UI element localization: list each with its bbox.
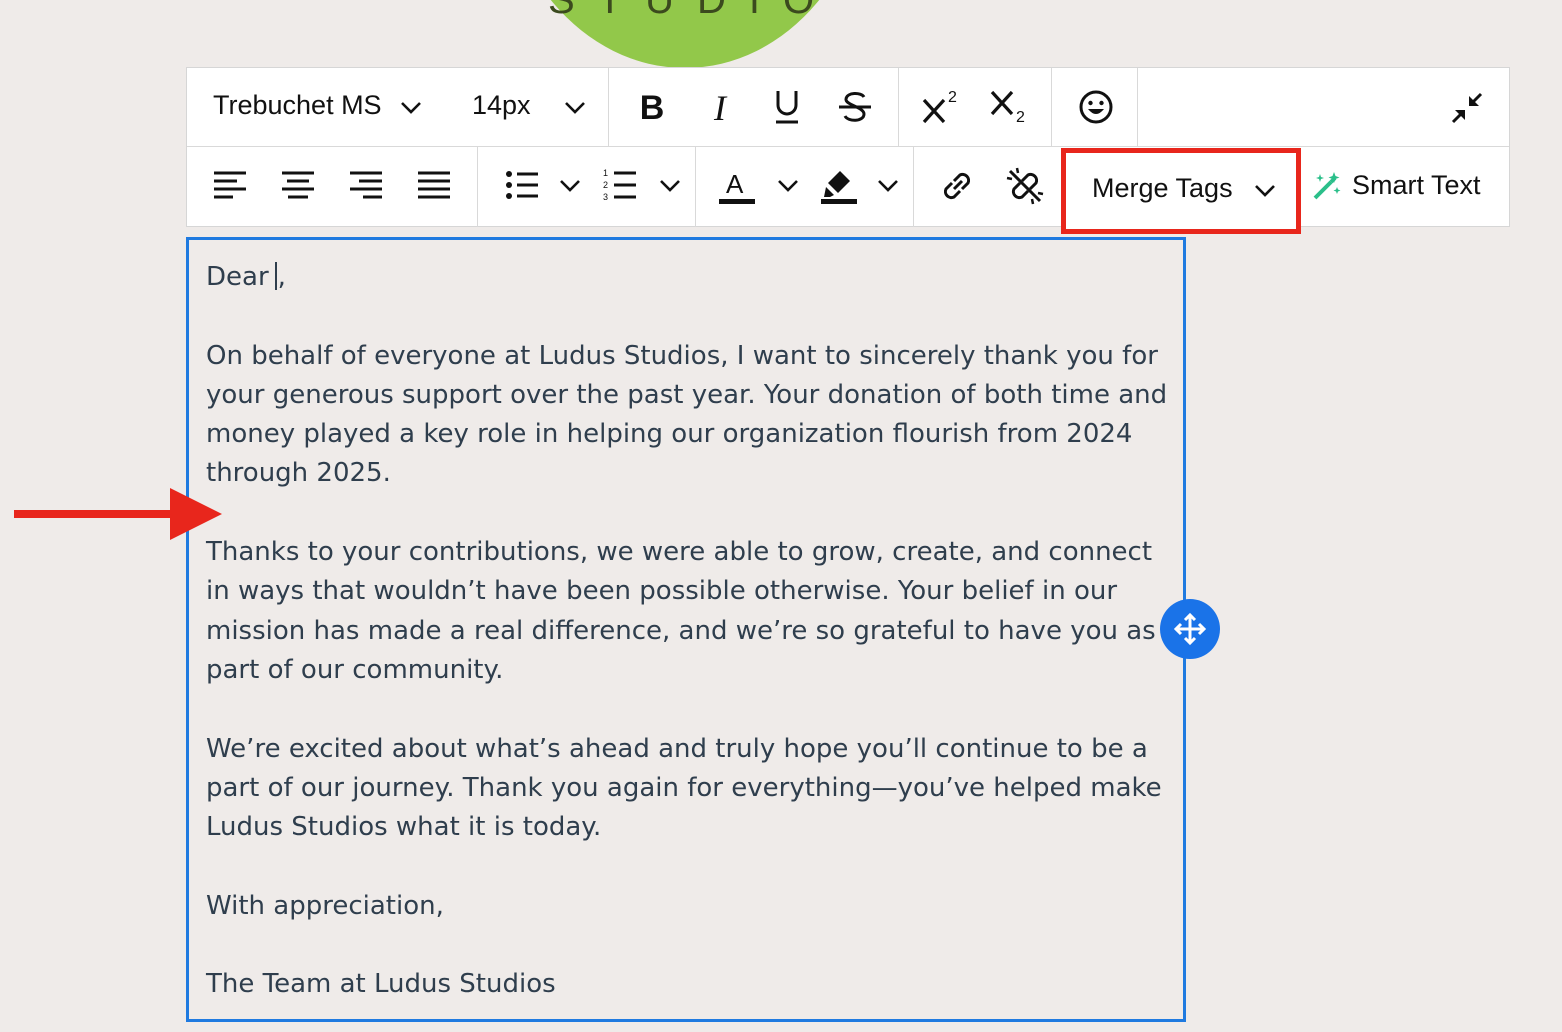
align-justify-icon[interactable] [413, 164, 455, 206]
move-icon [1173, 612, 1207, 646]
bullet-list-icon[interactable] [501, 164, 543, 206]
toolbar-divider [608, 68, 609, 146]
svg-text:2: 2 [948, 89, 957, 106]
chevron-down-icon [1252, 179, 1278, 203]
align-right-icon[interactable] [345, 164, 387, 206]
greeting-text: Dear [206, 262, 269, 292]
smart-text-label: Smart Text [1352, 170, 1481, 200]
strikethrough-icon[interactable] [830, 84, 880, 130]
emoji-icon[interactable] [1071, 84, 1121, 130]
svg-text:2: 2 [1016, 109, 1025, 126]
svg-text:2: 2 [603, 180, 608, 190]
subscript-icon[interactable]: 2 [983, 82, 1035, 132]
svg-text:A: A [726, 169, 744, 199]
numbered-list-icon[interactable]: 1 2 3 [599, 164, 641, 206]
chevron-down-icon [563, 96, 587, 120]
toolbar-divider [477, 147, 478, 227]
underline-icon[interactable] [762, 84, 812, 130]
move-handle[interactable] [1160, 599, 1220, 659]
rich-text-toolbar: Trebuchet MS 14px B I 2 2 1 2 3 A Merge … [186, 67, 1510, 234]
chevron-down-icon[interactable] [775, 174, 801, 198]
toolbar-divider [898, 68, 899, 146]
closing-line: With appreciation, [206, 890, 444, 921]
collapse-icon[interactable] [1445, 86, 1489, 130]
toolbar-row-divider [187, 146, 1509, 147]
toolbar-divider [1051, 68, 1052, 146]
font-family-dropdown[interactable]: Trebuchet MS [187, 68, 437, 146]
font-family-value: Trebuchet MS [213, 90, 382, 120]
merge-tags-label: Merge Tags [1092, 173, 1233, 203]
greeting-suffix: , [277, 262, 286, 292]
font-size-dropdown[interactable]: 14px [447, 68, 597, 146]
chevron-down-icon[interactable] [657, 174, 683, 198]
svg-text:1: 1 [603, 168, 608, 178]
annotation-arrow [14, 488, 222, 540]
svg-text:3: 3 [603, 192, 608, 202]
email-body-editor[interactable]: Dear, On behalf of everyone at Ludus Stu… [186, 237, 1186, 1022]
chevron-down-icon [399, 96, 423, 120]
toolbar-divider [1137, 68, 1138, 146]
magic-wand-icon [1311, 170, 1343, 202]
paragraph: Thanks to your contributions, we were ab… [206, 537, 1156, 685]
merge-tags-dropdown[interactable]: Merge Tags [1061, 148, 1301, 234]
align-center-icon[interactable] [277, 164, 319, 206]
font-size-value: 14px [472, 90, 531, 120]
unlink-icon[interactable] [1003, 164, 1047, 208]
text-color-icon[interactable]: A [715, 164, 759, 208]
chevron-down-icon[interactable] [557, 174, 583, 198]
paragraph: We’re excited about what’s ahead and tru… [206, 733, 1162, 843]
text-caret [274, 262, 277, 290]
signature-line: The Team at Ludus Studios [206, 969, 556, 1000]
toolbar-divider [913, 147, 914, 227]
italic-icon[interactable]: I [695, 86, 745, 130]
chevron-down-icon[interactable] [875, 174, 901, 198]
highlight-icon[interactable] [817, 164, 861, 208]
paragraph: On behalf of everyone at Ludus Studios, … [206, 340, 1168, 489]
toolbar-divider [695, 147, 696, 227]
editor-content[interactable]: Dear, On behalf of everyone at Ludus Stu… [206, 258, 1181, 1005]
greeting-line: Dear, [206, 258, 1181, 297]
bold-icon[interactable]: B [627, 86, 677, 130]
superscript-icon[interactable]: 2 [915, 82, 967, 132]
link-icon[interactable] [935, 164, 979, 208]
logo-text: STUDIOS [548, 0, 828, 22]
align-left-icon[interactable] [209, 164, 251, 206]
